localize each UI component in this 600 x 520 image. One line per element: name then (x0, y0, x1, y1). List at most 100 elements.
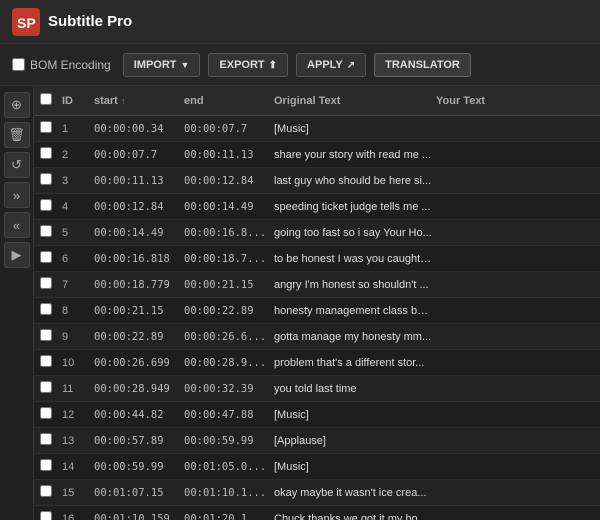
refresh-button[interactable]: ↺ (4, 152, 30, 178)
col-end: end (182, 95, 272, 107)
translator-button[interactable]: TRANSLATOR (374, 53, 471, 77)
row-end: 00:00:11.13 (182, 149, 272, 161)
table-row: 1 00:00:00.34 00:00:07.7 [Music] (34, 116, 600, 142)
row-checkbox-cell[interactable] (38, 251, 60, 266)
row-checkbox-cell[interactable] (38, 147, 60, 162)
row-checkbox-cell[interactable] (38, 199, 60, 214)
table-row: 16 00:01:10.159 00:01:20.1... Chuck than… (34, 506, 600, 520)
row-start: 00:00:00.34 (92, 123, 182, 135)
row-checkbox[interactable] (40, 277, 52, 289)
row-start: 00:00:44.82 (92, 409, 182, 421)
row-id: 10 (60, 357, 92, 369)
row-checkbox[interactable] (40, 381, 52, 393)
row-end: 00:00:32.39 (182, 383, 272, 395)
table-body[interactable]: 1 00:00:00.34 00:00:07.7 [Music] 2 00:00… (34, 116, 600, 520)
row-id: 7 (60, 279, 92, 291)
row-checkbox[interactable] (40, 511, 52, 520)
row-checkbox[interactable] (40, 173, 52, 185)
row-end: 00:00:21.15 (182, 279, 272, 291)
row-checkbox[interactable] (40, 121, 52, 133)
bom-encoding-group: BOM Encoding (12, 58, 111, 72)
row-original: [Music] (272, 461, 434, 473)
table-row: 10 00:00:26.699 00:00:28.9... problem th… (34, 350, 600, 376)
row-checkbox[interactable] (40, 251, 52, 263)
delete-button[interactable]: 🗑 (4, 122, 30, 148)
row-end: 00:00:47.88 (182, 409, 272, 421)
col-start[interactable]: start ↑ (92, 95, 182, 107)
play-button[interactable]: ▶ (4, 242, 30, 268)
row-checkbox[interactable] (40, 329, 52, 341)
row-checkbox[interactable] (40, 433, 52, 445)
row-checkbox[interactable] (40, 485, 52, 497)
subtitle-table: ID start ↑ end Original Text Your Text 1… (34, 86, 600, 520)
row-end: 00:00:14.49 (182, 201, 272, 213)
row-checkbox-cell[interactable] (38, 173, 60, 188)
table-row: 8 00:00:21.15 00:00:22.89 honesty manage… (34, 298, 600, 324)
app-title: Subtitle Pro (48, 13, 132, 30)
row-original: you told last time (272, 383, 434, 395)
row-checkbox[interactable] (40, 355, 52, 367)
row-checkbox[interactable] (40, 225, 52, 237)
row-checkbox[interactable] (40, 199, 52, 211)
add-button[interactable]: ⊕ (4, 92, 30, 118)
select-all-checkbox[interactable] (40, 93, 52, 105)
row-original: gotta manage my honesty mm... (272, 331, 434, 343)
row-checkbox-cell[interactable] (38, 355, 60, 370)
table-row: 11 00:00:28.949 00:00:32.39 you told las… (34, 376, 600, 402)
row-start: 00:01:07.15 (92, 487, 182, 499)
row-checkbox-cell[interactable] (38, 303, 60, 318)
row-checkbox[interactable] (40, 459, 52, 471)
row-checkbox-cell[interactable] (38, 121, 60, 136)
row-start: 00:00:59.99 (92, 461, 182, 473)
import-button[interactable]: IMPORT (123, 53, 201, 77)
row-start: 00:00:18.779 (92, 279, 182, 291)
bom-label: BOM Encoding (30, 58, 111, 72)
row-original: to be honest I was you caught ... (272, 253, 434, 265)
app-header: SP Subtitle Pro (0, 0, 600, 44)
bom-checkbox[interactable] (12, 58, 25, 71)
table-row: 6 00:00:16.818 00:00:18.7... to be hones… (34, 246, 600, 272)
toolbar: BOM Encoding IMPORT EXPORT APPLY TRANSLA… (0, 44, 600, 86)
row-start: 00:00:11.13 (92, 175, 182, 187)
table-row: 5 00:00:14.49 00:00:16.8... going too fa… (34, 220, 600, 246)
row-start: 00:00:26.699 (92, 357, 182, 369)
row-checkbox-cell[interactable] (38, 459, 60, 474)
row-checkbox-cell[interactable] (38, 381, 60, 396)
import-arrow-icon (181, 59, 190, 71)
row-id: 5 (60, 227, 92, 239)
row-checkbox[interactable] (40, 147, 52, 159)
row-id: 15 (60, 487, 92, 499)
row-start: 00:00:28.949 (92, 383, 182, 395)
row-checkbox-cell[interactable] (38, 433, 60, 448)
row-original: problem that's a different stor... (272, 357, 434, 369)
export-arrow-icon (269, 59, 277, 71)
table-row: 12 00:00:44.82 00:00:47.88 [Music] (34, 402, 600, 428)
row-end: 00:01:10.1... (182, 487, 272, 499)
row-start: 00:00:22.89 (92, 331, 182, 343)
row-checkbox-cell[interactable] (38, 407, 60, 422)
row-checkbox-cell[interactable] (38, 225, 60, 240)
row-checkbox[interactable] (40, 407, 52, 419)
row-checkbox-cell[interactable] (38, 329, 60, 344)
table-header: ID start ↑ end Original Text Your Text (34, 86, 600, 116)
apply-button[interactable]: APPLY (296, 53, 366, 77)
back-button[interactable]: « (4, 212, 30, 238)
col-original: Original Text (272, 95, 434, 107)
table-row: 14 00:00:59.99 00:01:05.0... [Music] (34, 454, 600, 480)
row-id: 13 (60, 435, 92, 447)
row-start: 00:00:57.89 (92, 435, 182, 447)
sidebar: ⊕ 🗑 ↺ » « ▶ (0, 86, 34, 520)
col-your-text: Your Text (434, 95, 596, 107)
row-id: 16 (60, 513, 92, 520)
export-button[interactable]: EXPORT (208, 53, 288, 77)
table-row: 9 00:00:22.89 00:00:26.6... gotta manage… (34, 324, 600, 350)
forward-button[interactable]: » (4, 182, 30, 208)
row-end: 00:00:16.8... (182, 227, 272, 239)
row-checkbox[interactable] (40, 303, 52, 315)
row-original: going too fast so i say Your Ho... (272, 227, 434, 239)
row-start: 00:00:21.15 (92, 305, 182, 317)
row-checkbox-cell[interactable] (38, 277, 60, 292)
row-checkbox-cell[interactable] (38, 485, 60, 500)
row-checkbox-cell[interactable] (38, 511, 60, 520)
row-original: [Applause] (272, 435, 434, 447)
